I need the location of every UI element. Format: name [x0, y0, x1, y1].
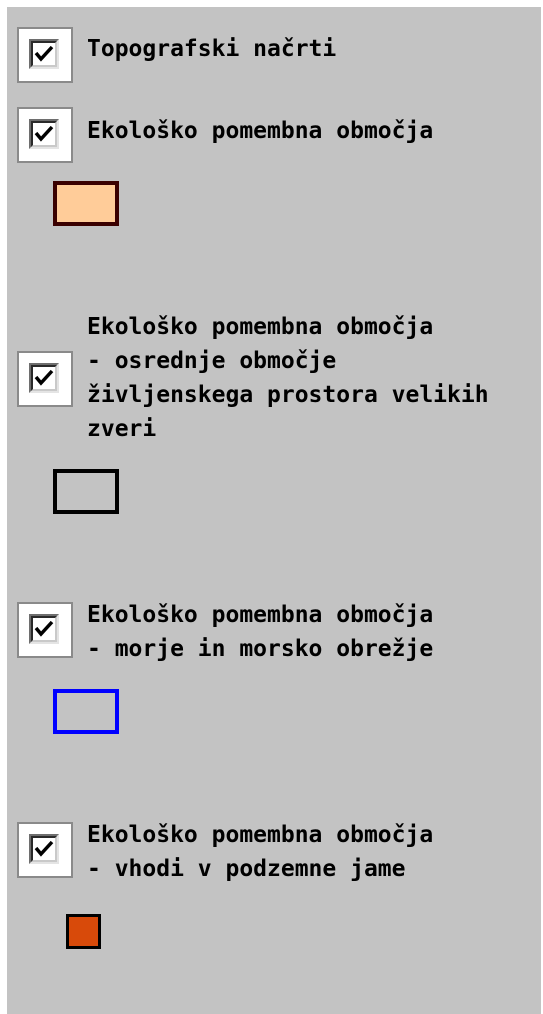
checkmark-icon [34, 45, 54, 62]
legend-swatch-vhodi-v-podzemne-jame [66, 914, 101, 949]
layer-checkbox-topografski-nacrti[interactable] [17, 27, 73, 83]
layer-checkbox-vhodi-v-podzemne-jame[interactable] [17, 822, 73, 878]
label-line: Topografski načrti [87, 36, 337, 62]
layer-label-morje-in-morsko-obrezje: Ekološko pomembna območja - morje in mor… [87, 598, 433, 666]
legend-swatch-ekolosko-pomembna-obmocja [53, 181, 119, 226]
layer-label-osrednje-obmocje-velikih-zveri: Ekološko pomembna območja - osrednje obm… [87, 310, 489, 446]
legend-swatch-morje-in-morsko-obrezje [53, 689, 119, 734]
label-line: Ekološko pomembna območja [87, 118, 434, 144]
label-line: Ekološko pomembna območja [87, 822, 434, 848]
label-line: Ekološko pomembna območja [87, 314, 434, 340]
label-line: - osrednje območje [87, 348, 337, 374]
checkmark-icon [34, 620, 54, 637]
label-line: - vhodi v podzemne jame [87, 856, 406, 882]
label-line: zveri [87, 416, 157, 442]
legend-swatch-osrednje-obmocje-velikih-zveri [53, 469, 119, 514]
layer-checkbox-morje-in-morsko-obrezje[interactable] [17, 602, 73, 658]
layer-checkbox-osrednje-obmocje-velikih-zveri[interactable] [17, 351, 73, 407]
label-line: življenskega prostora velikih [87, 382, 489, 408]
layer-label-vhodi-v-podzemne-jame: Ekološko pomembna območja - vhodi v podz… [87, 818, 433, 886]
layer-checkbox-ekolosko-pomembna-obmocja[interactable] [17, 107, 73, 163]
label-line: Ekološko pomembna območja [87, 602, 434, 628]
layer-label-ekolosko-pomembna-obmocja: Ekološko pomembna območja [87, 114, 433, 148]
checkmark-icon [34, 369, 54, 386]
layer-label-topografski-nacrti: Topografski načrti [87, 32, 336, 66]
checkmark-icon [34, 125, 54, 142]
checkmark-icon [34, 840, 54, 857]
label-line: - morje in morsko obrežje [87, 636, 434, 662]
legend-panel: Topografski načrti Ekološko pomembna obm… [7, 7, 541, 1014]
